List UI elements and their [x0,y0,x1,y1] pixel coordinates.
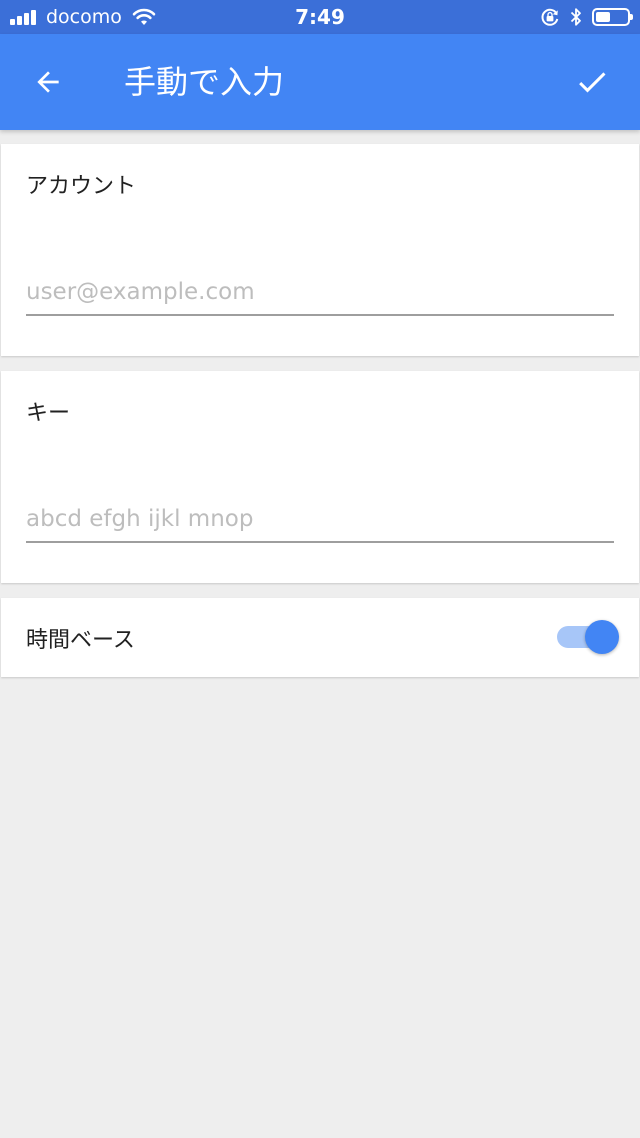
status-bar: docomo 7:49 [0,0,640,34]
key-label: キー [26,401,71,426]
arrow-back-icon [37,71,59,93]
rotation-lock-icon [541,8,559,26]
toggle-thumb [585,620,619,654]
time-based-toggle[interactable] [557,620,619,654]
account-input[interactable] [26,270,614,316]
account-card: アカウント [1,144,639,356]
time-based-label: 時間ベース [26,628,135,653]
battery-icon [592,8,633,26]
key-card: キー [1,371,639,583]
time-based-card: 時間ベース [1,598,639,677]
battery-level [596,12,610,22]
key-input[interactable] [26,497,614,543]
confirm-button[interactable] [568,58,616,106]
page-title: 手動で入力 [124,63,285,101]
back-button[interactable] [24,58,72,106]
status-right [540,6,633,28]
app-bar: 手動で入力 [0,34,640,130]
bluetooth-icon [570,8,581,26]
account-label: アカウント [26,174,137,199]
check-icon [579,72,606,93]
